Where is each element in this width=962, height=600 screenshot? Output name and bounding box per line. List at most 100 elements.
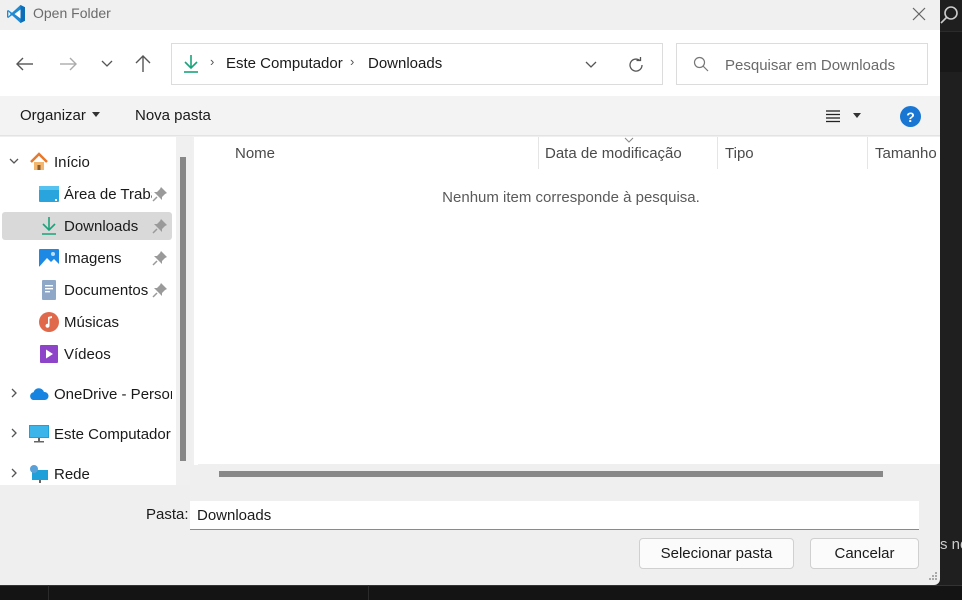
arrow-right-icon: [60, 57, 77, 71]
vscode-logo-icon: [6, 4, 26, 24]
breadcrumb-separator-icon: ›: [350, 54, 355, 69]
sidebar-scrollbar-thumb[interactable]: [180, 157, 186, 461]
empty-message: Nenhum item corresponde à pesquisa.: [442, 189, 700, 206]
column-divider[interactable]: [867, 137, 868, 169]
background-panel: [940, 32, 962, 72]
sidebar-item-label: OneDrive - Personal: [54, 385, 172, 403]
search-box[interactable]: [676, 43, 928, 85]
select-folder-button[interactable]: Selecionar pasta: [639, 538, 794, 569]
documents-icon: [39, 280, 59, 300]
music-icon: [39, 312, 59, 332]
command-bar: Organizar Nova pasta ?: [0, 96, 940, 136]
sidebar-item-label: Downloads: [64, 217, 139, 235]
folder-name-input[interactable]: [190, 501, 919, 530]
column-divider[interactable]: [717, 137, 718, 169]
navigation-pane: Início Área de Trabalho Downloads: [0, 137, 176, 485]
search-input[interactable]: [725, 54, 921, 76]
network-icon: [29, 464, 49, 484]
close-button[interactable]: [900, 0, 938, 28]
refresh-icon: [629, 57, 643, 72]
pin-icon[interactable]: [152, 186, 168, 202]
column-header-name[interactable]: Nome: [235, 137, 275, 169]
sidebar-item-onedrive[interactable]: OneDrive - Personal: [2, 380, 172, 408]
sidebar-item-label: Este Computador: [54, 425, 171, 443]
organize-label: Organizar: [20, 107, 86, 124]
navigation-bar: › Este Computador › Downloads: [0, 30, 940, 96]
arrow-up-icon: [135, 55, 151, 72]
onedrive-icon: [29, 384, 49, 404]
folder-label: Pasta:: [146, 506, 189, 523]
forward-button[interactable]: [54, 50, 82, 78]
column-header-type[interactable]: Tipo: [725, 137, 754, 169]
breadcrumb-item[interactable]: Downloads: [368, 55, 442, 72]
resize-grip-icon[interactable]: [926, 570, 938, 582]
file-list: Nome Data de modificação Tipo Tamanho Ne…: [192, 137, 940, 465]
chevron-down-icon: [101, 60, 113, 67]
pin-icon[interactable]: [152, 282, 168, 298]
pictures-icon: [39, 248, 59, 268]
background-statusbar: [0, 585, 962, 600]
desktop-icon: [39, 184, 59, 204]
chevron-down-icon[interactable]: [8, 156, 20, 168]
divider: [368, 585, 369, 600]
recent-locations-button[interactable]: [93, 50, 121, 78]
background-text: s no: [940, 536, 962, 553]
chevron-right-icon[interactable]: [8, 468, 20, 481]
file-list-horizontal-scrollbar[interactable]: [198, 464, 940, 484]
chevron-right-icon[interactable]: [8, 388, 20, 401]
back-button[interactable]: [11, 50, 39, 78]
list-view-icon: [826, 110, 840, 123]
caret-down-icon: [91, 111, 100, 117]
chevron-right-icon[interactable]: [8, 428, 20, 441]
horizontal-scrollbar-thumb[interactable]: [219, 471, 883, 477]
sidebar-item-downloads[interactable]: Downloads: [2, 212, 172, 240]
download-icon: [39, 216, 59, 236]
sidebar-item-label: Imagens: [64, 249, 122, 267]
search-icon: [693, 56, 709, 72]
sidebar-item-home[interactable]: Início: [2, 148, 172, 176]
sidebar-scrollbar[interactable]: [176, 137, 190, 485]
arrow-left-icon: [16, 57, 33, 71]
sidebar-item-desktop[interactable]: Área de Trabalho: [2, 180, 172, 208]
refresh-button[interactable]: [624, 53, 648, 77]
download-icon: [182, 54, 200, 74]
column-header-size[interactable]: Tamanho: [875, 137, 937, 169]
up-button[interactable]: [129, 50, 157, 78]
sidebar-item-this-pc[interactable]: Este Computador: [2, 420, 172, 448]
view-dropdown-caret-icon[interactable]: [853, 113, 861, 118]
videos-icon: [39, 344, 59, 364]
sidebar-item-label: Vídeos: [64, 345, 111, 363]
computer-icon: [29, 424, 49, 444]
home-icon: [29, 152, 49, 172]
view-options-button[interactable]: [820, 104, 846, 128]
pin-icon[interactable]: [152, 250, 168, 266]
sidebar-item-videos[interactable]: Vídeos: [2, 340, 172, 368]
sidebar-item-label: Início: [54, 153, 90, 171]
divider: [48, 585, 49, 600]
sidebar-item-label: Área de Trabalho: [64, 185, 152, 203]
organize-button[interactable]: Organizar: [20, 107, 100, 124]
help-button[interactable]: ?: [900, 106, 921, 127]
title-bar: Open Folder: [0, 0, 940, 30]
sidebar-item-pictures[interactable]: Imagens: [2, 244, 172, 272]
window-title: Open Folder: [33, 5, 111, 21]
sidebar-item-documents[interactable]: Documentos: [2, 276, 172, 304]
new-folder-button[interactable]: Nova pasta: [135, 107, 211, 124]
address-bar[interactable]: › Este Computador › Downloads: [171, 43, 663, 85]
sidebar-item-network[interactable]: Rede: [2, 460, 172, 488]
pin-icon[interactable]: [152, 218, 168, 234]
breadcrumb-separator-icon: ›: [210, 54, 215, 69]
breadcrumb-item[interactable]: Este Computador: [226, 55, 343, 72]
open-folder-dialog: Open Folder › Este Computador › Download…: [0, 0, 940, 585]
sidebar-item-label: Rede: [54, 465, 90, 483]
sidebar-item-music[interactable]: Músicas: [2, 308, 172, 336]
column-header-date-modified[interactable]: Data de modificação: [545, 137, 682, 169]
sidebar-item-label: Documentos: [64, 281, 149, 299]
address-dropdown-button[interactable]: [580, 54, 602, 76]
cancel-button[interactable]: Cancelar: [810, 538, 919, 569]
close-icon: [912, 7, 926, 21]
sidebar-item-label: Músicas: [64, 313, 120, 331]
chevron-down-icon: [585, 61, 597, 68]
search-icon[interactable]: [938, 4, 960, 26]
column-divider[interactable]: [538, 137, 539, 169]
